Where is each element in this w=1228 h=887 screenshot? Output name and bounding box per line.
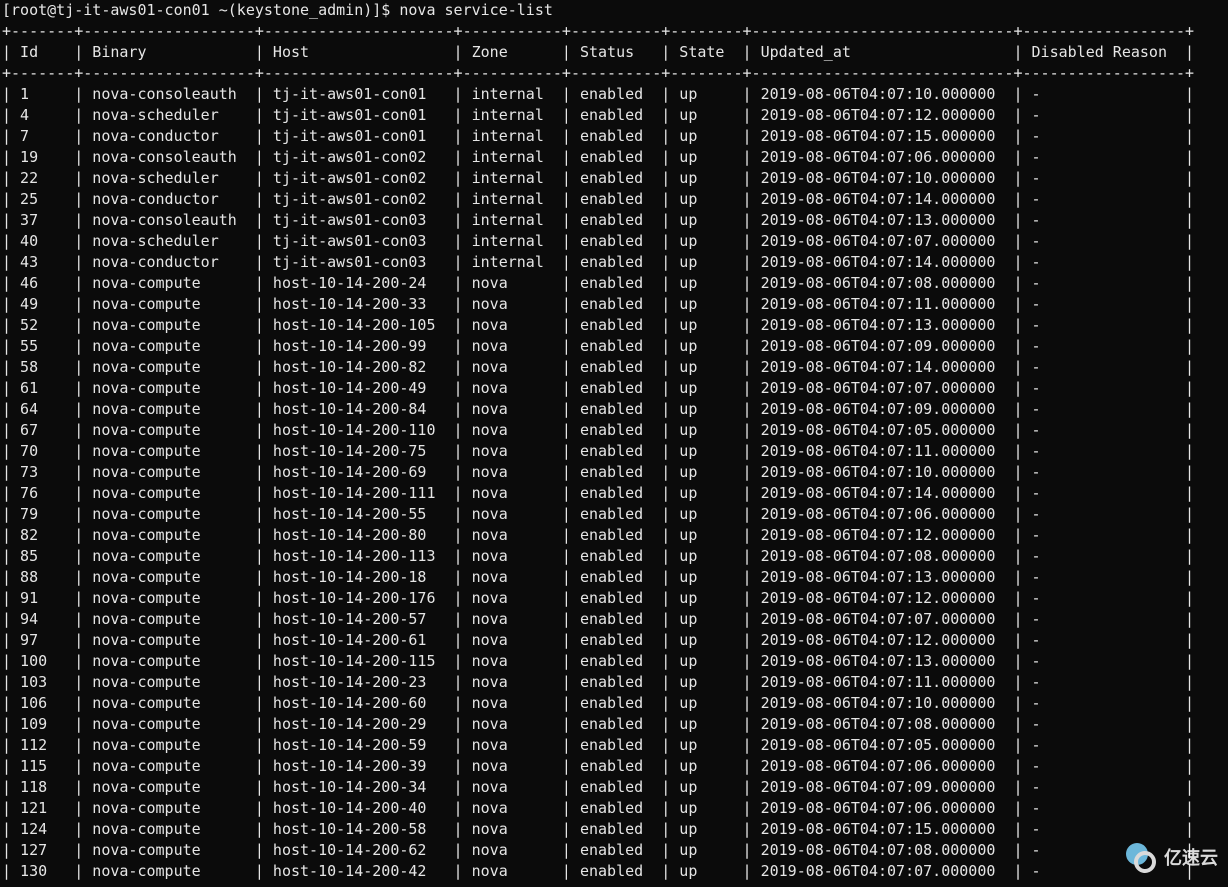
table-row: | 7 | nova-conductor | tj-it-aws01-con01… bbox=[2, 126, 1226, 147]
table-row: | 40 | nova-scheduler | tj-it-aws01-con0… bbox=[2, 231, 1226, 252]
table-row: | 130 | nova-compute | host-10-14-200-42… bbox=[2, 861, 1226, 882]
terminal-window[interactable]: [root@tj-it-aws01-con01 ~(keystone_admin… bbox=[0, 0, 1228, 887]
table-row: | 55 | nova-compute | host-10-14-200-99 … bbox=[2, 336, 1226, 357]
service-list-table: +-------+-------------------+-----------… bbox=[2, 21, 1226, 882]
table-row: | 85 | nova-compute | host-10-14-200-113… bbox=[2, 546, 1226, 567]
table-header: | Id | Binary | Host | Zone | Status | S… bbox=[2, 42, 1226, 63]
shell-prompt-line: [root@tj-it-aws01-con01 ~(keystone_admin… bbox=[2, 0, 1226, 21]
table-separator: +-------+-------------------+-----------… bbox=[2, 63, 1226, 84]
table-row: | 25 | nova-conductor | tj-it-aws01-con0… bbox=[2, 189, 1226, 210]
table-row: | 94 | nova-compute | host-10-14-200-57 … bbox=[2, 609, 1226, 630]
table-row: | 37 | nova-consoleauth | tj-it-aws01-co… bbox=[2, 210, 1226, 231]
table-row: | 118 | nova-compute | host-10-14-200-34… bbox=[2, 777, 1226, 798]
table-row: | 49 | nova-compute | host-10-14-200-33 … bbox=[2, 294, 1226, 315]
table-row: | 46 | nova-compute | host-10-14-200-24 … bbox=[2, 273, 1226, 294]
table-row: | 127 | nova-compute | host-10-14-200-62… bbox=[2, 840, 1226, 861]
table-row: | 19 | nova-consoleauth | tj-it-aws01-co… bbox=[2, 147, 1226, 168]
table-row: | 88 | nova-compute | host-10-14-200-18 … bbox=[2, 567, 1226, 588]
table-row: | 73 | nova-compute | host-10-14-200-69 … bbox=[2, 462, 1226, 483]
table-row: | 64 | nova-compute | host-10-14-200-84 … bbox=[2, 399, 1226, 420]
table-row: | 79 | nova-compute | host-10-14-200-55 … bbox=[2, 504, 1226, 525]
table-row: | 76 | nova-compute | host-10-14-200-111… bbox=[2, 483, 1226, 504]
table-row: | 43 | nova-conductor | tj-it-aws01-con0… bbox=[2, 252, 1226, 273]
table-row: | 61 | nova-compute | host-10-14-200-49 … bbox=[2, 378, 1226, 399]
table-row: | 97 | nova-compute | host-10-14-200-61 … bbox=[2, 630, 1226, 651]
table-row: | 4 | nova-scheduler | tj-it-aws01-con01… bbox=[2, 105, 1226, 126]
table-row: | 109 | nova-compute | host-10-14-200-29… bbox=[2, 714, 1226, 735]
table-row: | 100 | nova-compute | host-10-14-200-11… bbox=[2, 651, 1226, 672]
table-row: | 121 | nova-compute | host-10-14-200-40… bbox=[2, 798, 1226, 819]
table-row: | 106 | nova-compute | host-10-14-200-60… bbox=[2, 693, 1226, 714]
table-row: | 115 | nova-compute | host-10-14-200-39… bbox=[2, 756, 1226, 777]
table-separator: +-------+-------------------+-----------… bbox=[2, 21, 1226, 42]
table-row: | 124 | nova-compute | host-10-14-200-58… bbox=[2, 819, 1226, 840]
table-row: | 1 | nova-consoleauth | tj-it-aws01-con… bbox=[2, 84, 1226, 105]
table-row: | 58 | nova-compute | host-10-14-200-82 … bbox=[2, 357, 1226, 378]
table-row: | 52 | nova-compute | host-10-14-200-105… bbox=[2, 315, 1226, 336]
table-row: | 22 | nova-scheduler | tj-it-aws01-con0… bbox=[2, 168, 1226, 189]
table-row: | 112 | nova-compute | host-10-14-200-59… bbox=[2, 735, 1226, 756]
table-row: | 91 | nova-compute | host-10-14-200-176… bbox=[2, 588, 1226, 609]
table-row: | 70 | nova-compute | host-10-14-200-75 … bbox=[2, 441, 1226, 462]
table-row: | 82 | nova-compute | host-10-14-200-80 … bbox=[2, 525, 1226, 546]
table-row: | 67 | nova-compute | host-10-14-200-110… bbox=[2, 420, 1226, 441]
table-row: | 103 | nova-compute | host-10-14-200-23… bbox=[2, 672, 1226, 693]
